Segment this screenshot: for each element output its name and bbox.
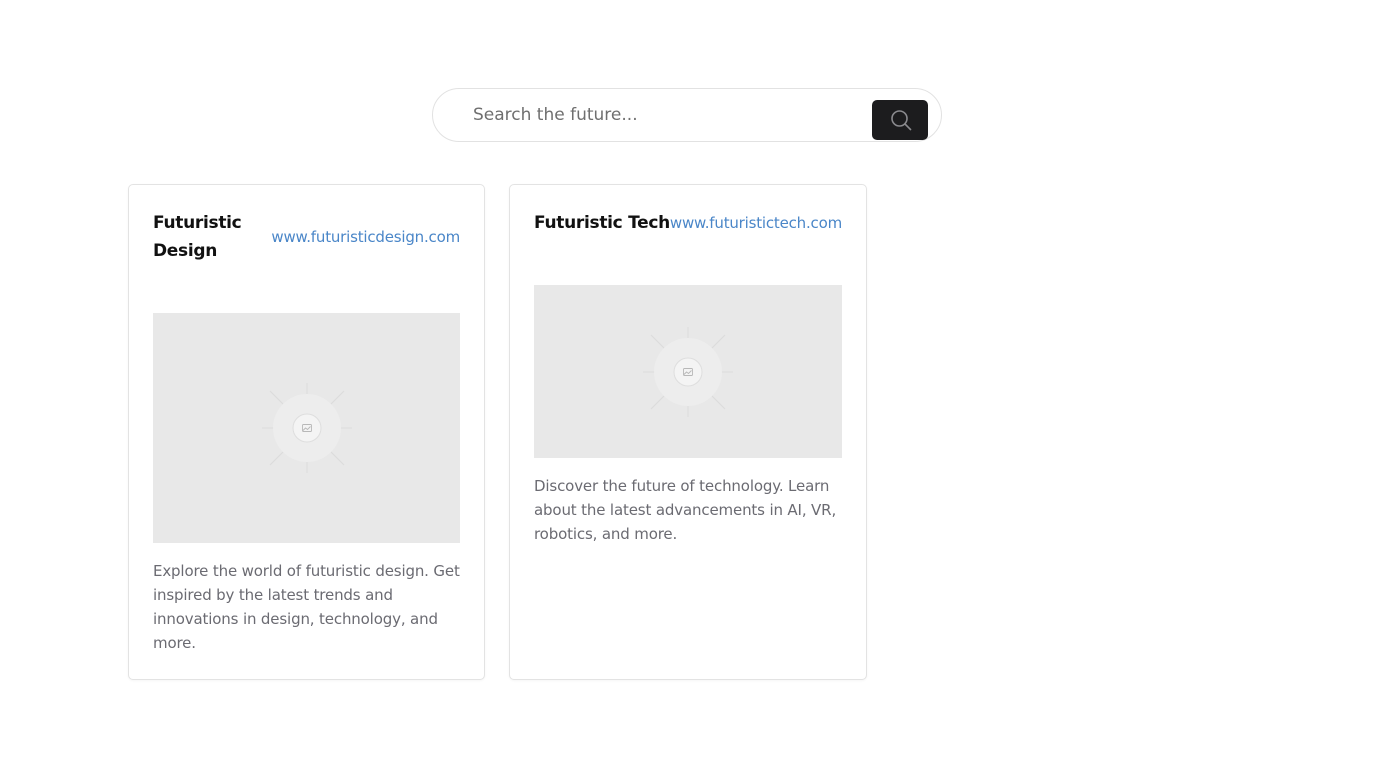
search-button[interactable]	[872, 100, 928, 140]
card-link[interactable]: www.futuristicdesign.com	[271, 226, 460, 248]
card-image	[534, 285, 842, 458]
card-description: Discover the future of technology. Learn…	[534, 477, 837, 543]
image-placeholder-icon	[261, 383, 352, 473]
image-placeholder-icon	[643, 326, 733, 417]
search-bar	[432, 88, 942, 142]
page: Futuristic Design www.futuristicdesign.c…	[0, 0, 1376, 768]
card-link[interactable]: www.futuristictech.com	[670, 212, 842, 234]
card-futuristic-design: Futuristic Design www.futuristicdesign.c…	[128, 184, 485, 680]
card-title: Futuristic Design	[153, 213, 242, 261]
card-description: Explore the world of futuristic design. …	[153, 562, 460, 652]
card-title: Futuristic Tech	[534, 213, 670, 233]
card-image	[153, 313, 460, 543]
search-icon	[891, 110, 912, 131]
search-input[interactable]	[473, 102, 853, 128]
card-futuristic-tech: Futuristic Tech www.futuristictech.com D…	[509, 184, 867, 680]
